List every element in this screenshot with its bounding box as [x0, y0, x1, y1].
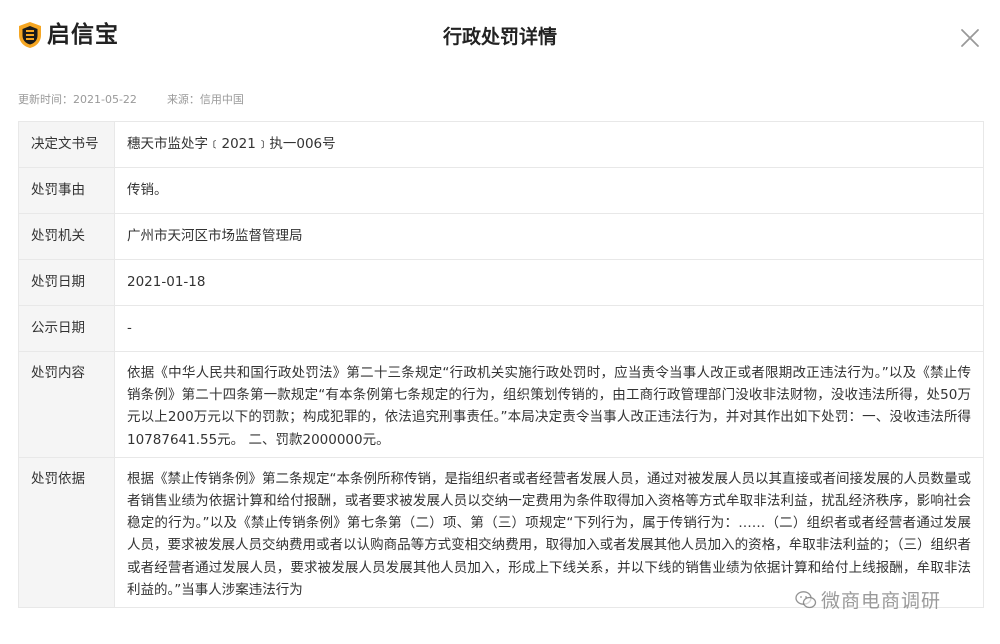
row-label: 公示日期	[18, 305, 115, 352]
row-penalty-basis: 处罚依据 根据《禁止传销条例》第二条规定“本条例所称传销，是指组织者或者经营者发…	[18, 456, 984, 609]
row-value: -	[114, 305, 984, 352]
row-value: 广州市天河区市场监督管理局	[114, 213, 984, 260]
update-time: 更新时间：2021-05-22	[18, 93, 137, 106]
row-value: 根据《禁止传销条例》第二条规定“本条例所称传销，是指组织者或者经营者发展人员，通…	[114, 456, 984, 609]
row-penalty-content: 处罚内容 依据《中华人民共和国行政处罚法》第二十三条规定“行政机关实施行政处罚时…	[18, 351, 984, 458]
source: 来源：信用中国	[166, 93, 244, 106]
wechat-icon	[795, 590, 817, 608]
header: 启信宝 行政处罚详情	[0, 0, 1000, 75]
row-publish-date: 公示日期 -	[18, 305, 984, 352]
row-value: 传销。	[114, 167, 984, 214]
watermark: 微商电商调研	[795, 586, 941, 613]
row-value: 穗天市监处字﹝2021﹞执一006号	[114, 121, 984, 168]
watermark-text: 微商电商调研	[821, 590, 942, 612]
row-authority: 处罚机关 广州市天河区市场监督管理局	[18, 213, 984, 260]
row-label: 处罚机关	[18, 213, 115, 260]
row-value: 依据《中华人民共和国行政处罚法》第二十三条规定“行政机关实施行政处罚时，应当责令…	[114, 351, 984, 458]
row-penalty-date: 处罚日期 2021-01-18	[18, 259, 984, 306]
row-label: 处罚依据	[18, 456, 115, 609]
row-label: 处罚内容	[18, 351, 115, 458]
row-label: 处罚日期	[18, 259, 115, 306]
page-title: 行政处罚详情	[442, 26, 557, 48]
row-decision-number: 决定文书号 穗天市监处字﹝2021﹞执一006号	[18, 121, 984, 168]
close-icon[interactable]	[958, 26, 982, 50]
row-label: 处罚事由	[18, 167, 115, 214]
penalty-details-table: 决定文书号 穗天市监处字﹝2021﹞执一006号 处罚事由 传销。 处罚机关 广…	[18, 121, 984, 609]
row-label: 决定文书号	[18, 121, 115, 168]
row-reason: 处罚事由 传销。	[18, 167, 984, 214]
meta-info: 更新时间：2021-05-22 来源：信用中国	[18, 93, 244, 107]
row-value: 2021-01-18	[114, 259, 984, 306]
